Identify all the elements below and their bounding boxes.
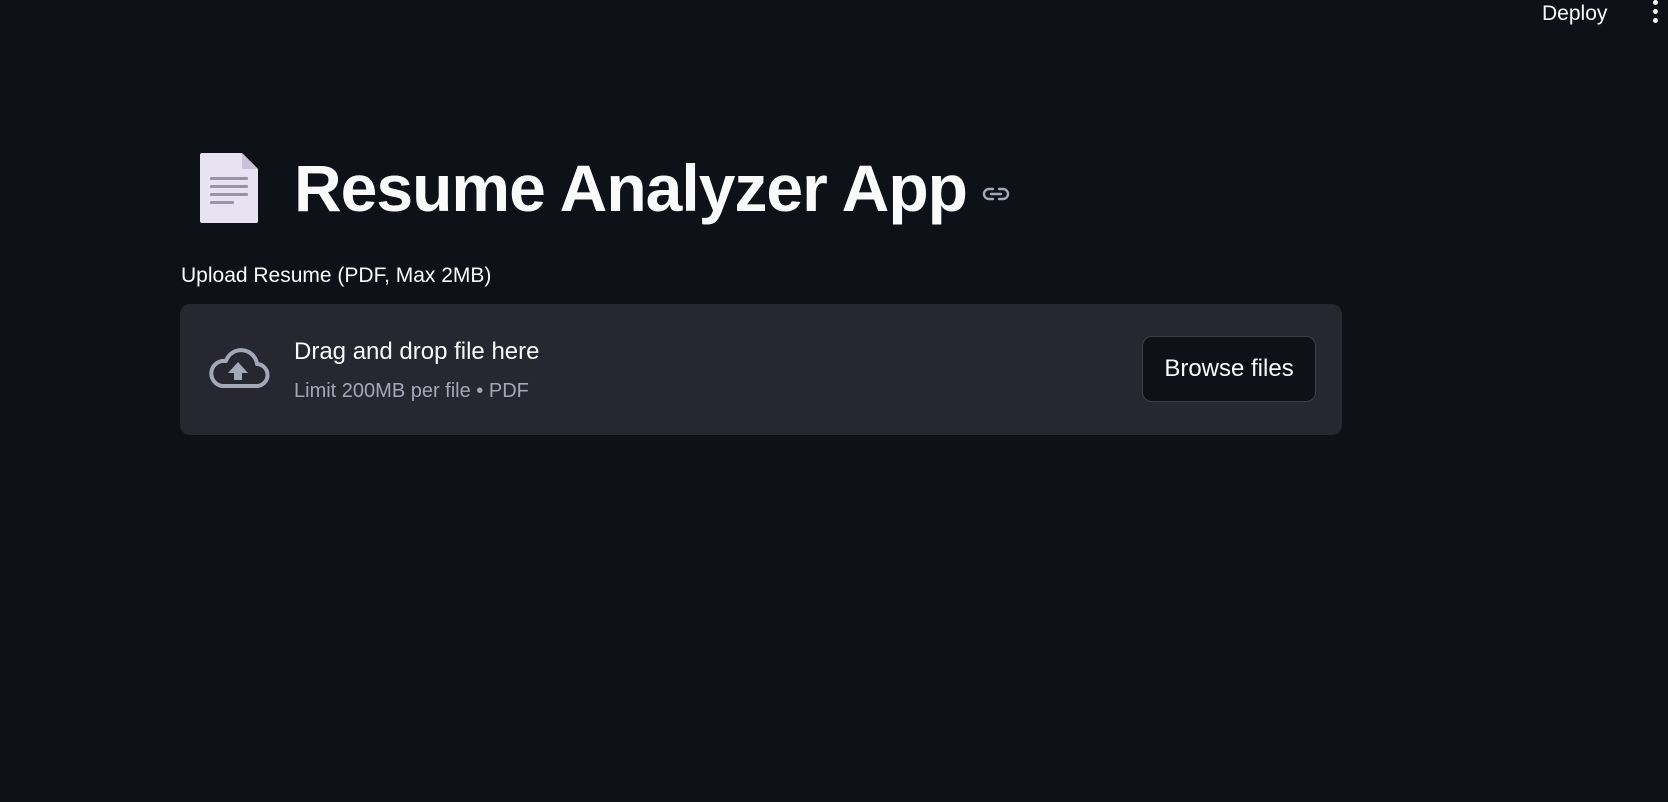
file-dropzone[interactable]: Drag and drop file here Limit 200MB per … [180,304,1342,435]
kebab-menu-icon[interactable] [1648,0,1664,28]
dropzone-text: Drag and drop file here Limit 200MB per … [294,336,539,404]
uploader-label: Upload Resume (PDF, Max 2MB) [181,264,492,287]
app-header: Deploy [0,0,1668,40]
app-root: Deploy Resume Analyzer App Upload Resume… [0,0,1668,802]
cloud-upload-icon [206,344,270,394]
link-icon[interactable] [981,179,1011,209]
dropzone-instructions: Drag and drop file here [294,338,540,365]
browse-files-button[interactable]: Browse files [1142,336,1316,402]
title-row: Resume Analyzer App [198,145,1011,231]
menu-dot [1653,0,1658,5]
menu-dot [1653,18,1658,23]
dropzone-limits: Limit 200MB per file • PDF [294,380,529,402]
deploy-button[interactable]: Deploy [1532,0,1617,28]
menu-dot [1653,9,1658,14]
page-facing-up-icon [198,151,260,225]
page-title: Resume Analyzer App [294,151,968,225]
